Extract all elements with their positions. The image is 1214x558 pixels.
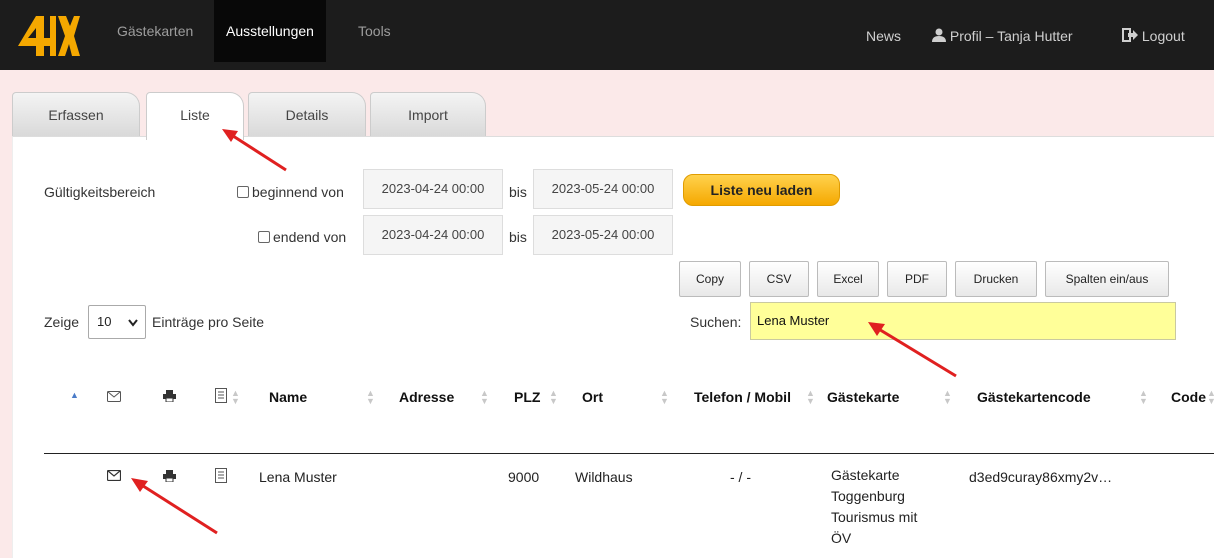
row-plz: 9000 — [508, 469, 540, 485]
excel-button[interactable]: Excel — [817, 261, 879, 297]
sort-icon[interactable]: ▲ ▼ — [1207, 389, 1214, 406]
document-icon[interactable] — [215, 388, 227, 403]
col-gaestekarte[interactable]: Gästekarte — [827, 389, 899, 405]
logo[interactable] — [14, 12, 80, 60]
sort-icon[interactable]: ▲ ▼ — [806, 389, 815, 406]
row-document-icon[interactable] — [215, 468, 227, 483]
logout-label: Logout — [1141, 28, 1185, 44]
sort-icon[interactable]: ▲ ▼ — [1139, 389, 1148, 406]
page-size-select[interactable]: 10 — [88, 305, 146, 339]
end-bis-label: bis — [509, 229, 527, 245]
col-adresse[interactable]: Adresse — [399, 389, 454, 405]
csv-button[interactable]: CSV — [749, 261, 809, 297]
copy-button[interactable]: Copy — [679, 261, 741, 297]
col-gaestekartencode[interactable]: Gästekartencode — [977, 389, 1091, 405]
entries-label: Einträge pro Seite — [152, 314, 265, 330]
profile-label: Profil – Tanja Hutter — [949, 28, 1073, 44]
begin-bis-label: bis — [509, 184, 527, 200]
row-ort: Wildhaus — [575, 469, 633, 485]
nav-ausstellungen[interactable]: Ausstellungen — [214, 0, 326, 62]
chevron-down-icon — [128, 319, 138, 327]
col-ort[interactable]: Ort — [582, 389, 603, 405]
row-gaestekarte-line: ÖV — [831, 530, 852, 546]
row-gaestekarte-line: Toggenburg — [831, 488, 905, 504]
row-gaestekartencode: d3ed9curay86xmy2v… — [969, 469, 1113, 485]
row-gaestekarte-line: Tourismus mit — [831, 509, 918, 525]
row-print-icon[interactable] — [163, 470, 176, 482]
begin-from-input[interactable]: 2023-04-24 00:00 — [363, 169, 503, 209]
sort-icon[interactable]: ▲ ▼ — [480, 389, 489, 406]
begin-to-input[interactable]: 2023-05-24 00:00 — [533, 169, 673, 209]
sort-asc-icon[interactable]: ▲ — [70, 390, 79, 400]
sort-icon[interactable]: ▲ ▼ — [943, 389, 952, 406]
sort-icon[interactable]: ▲ ▼ — [660, 389, 669, 406]
col-plz[interactable]: PLZ — [514, 389, 540, 405]
row-gaestekarte-line: Gästekarte — [831, 467, 900, 483]
sort-icon[interactable]: ▲ ▼ — [231, 389, 240, 406]
print-icon[interactable] — [163, 390, 176, 402]
columns-toggle-button[interactable]: Spalten ein/aus — [1045, 261, 1169, 297]
nav-profile[interactable]: Profil – Tanja Hutter — [932, 0, 1073, 62]
row-mail-icon[interactable] — [107, 470, 121, 481]
tab-liste[interactable]: Liste — [146, 92, 244, 140]
row-name: Lena Muster — [259, 469, 337, 485]
user-icon — [932, 28, 946, 42]
pdf-button[interactable]: PDF — [887, 261, 947, 297]
table-header-divider — [44, 453, 1214, 454]
row-telefon: - / - — [730, 469, 751, 485]
begin-checkbox-group[interactable]: beginnend von — [237, 184, 344, 200]
end-label: endend von — [273, 229, 347, 245]
show-label: Zeige — [44, 314, 80, 330]
tab-import[interactable]: Import — [370, 92, 486, 138]
begin-label: beginnend von — [252, 184, 344, 200]
nav-gaestekarten[interactable]: Gästekarten — [117, 0, 193, 62]
search-input[interactable]: Lena Muster — [750, 302, 1176, 340]
mail-icon[interactable] — [107, 391, 121, 402]
search-label: Suchen: — [690, 314, 742, 330]
nav-news[interactable]: News — [866, 0, 901, 62]
filter-label: Gültigkeitsbereich — [44, 184, 156, 200]
begin-checkbox[interactable] — [237, 186, 249, 198]
page-size-value: 10 — [97, 314, 112, 329]
nav-tools[interactable]: Tools — [358, 0, 391, 62]
top-navbar: Gästekarten Ausstellungen Tools News Pro… — [0, 0, 1214, 70]
end-to-input[interactable]: 2023-05-24 00:00 — [533, 215, 673, 255]
sort-icon[interactable]: ▲ ▼ — [549, 389, 558, 406]
sort-icon[interactable]: ▲ ▼ — [366, 389, 375, 406]
end-checkbox[interactable] — [258, 231, 270, 243]
col-code[interactable]: Code — [1171, 389, 1206, 405]
tab-details[interactable]: Details — [248, 92, 366, 138]
nav-logout[interactable]: Logout — [1122, 0, 1185, 62]
logout-icon — [1122, 28, 1138, 42]
tab-erfassen[interactable]: Erfassen — [12, 92, 140, 138]
row-gaestekarte: Gästekarte Toggenburg Tourismus mit ÖV — [831, 465, 917, 549]
reload-list-button[interactable]: Liste neu laden — [683, 174, 840, 206]
end-from-input[interactable]: 2023-04-24 00:00 — [363, 215, 503, 255]
col-name[interactable]: Name — [269, 389, 307, 405]
print-button[interactable]: Drucken — [955, 261, 1037, 297]
col-telefon[interactable]: Telefon / Mobil — [694, 389, 791, 405]
end-checkbox-group[interactable]: endend von — [258, 229, 346, 245]
